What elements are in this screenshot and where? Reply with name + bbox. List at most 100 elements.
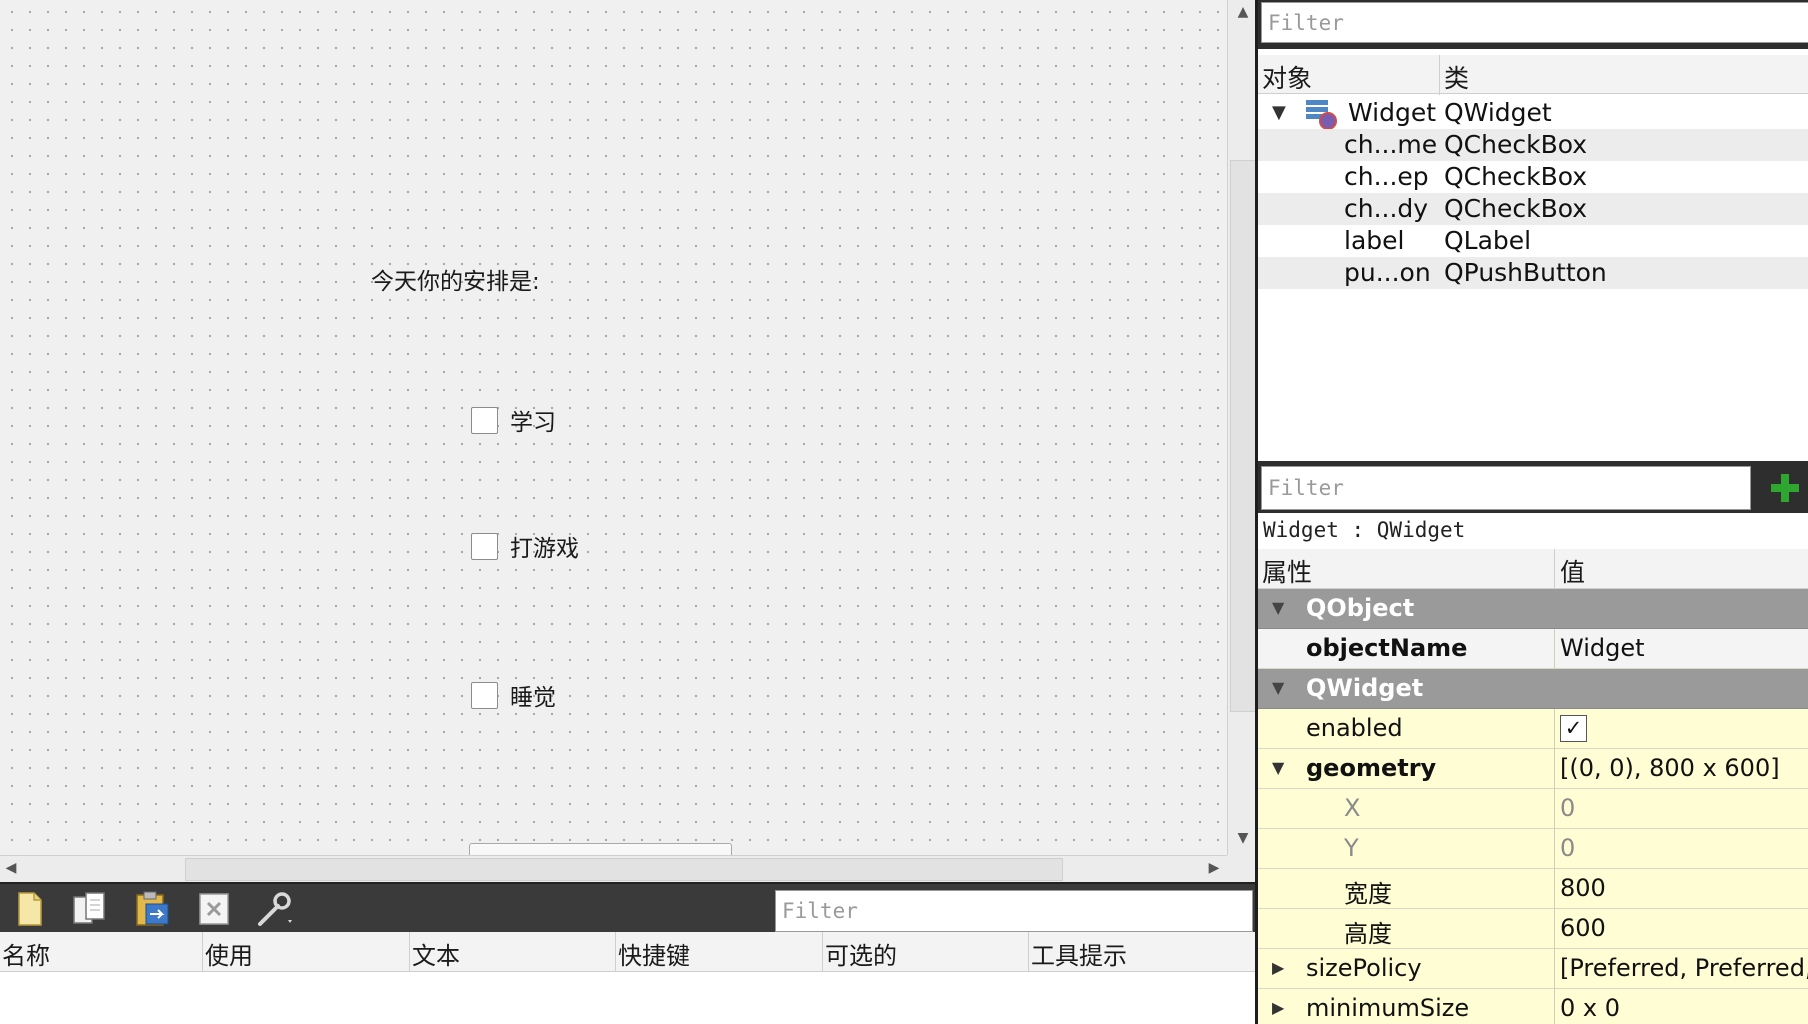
add-dynamic-property-button[interactable] (1762, 466, 1808, 510)
confirm-button[interactable]: 确认 (469, 843, 732, 855)
column-object[interactable]: 对象 (1258, 55, 1440, 95)
configure-button[interactable] (252, 889, 300, 929)
column-separator (1554, 829, 1555, 869)
property-minimum-size[interactable]: ▶ minimumSize 0 x 0 (1258, 989, 1808, 1024)
tree-row-root[interactable]: ▼ Widget QWidget (1258, 97, 1808, 130)
property-x[interactable]: X 0 (1258, 789, 1808, 829)
horizontal-scrollbar[interactable]: ◀ ▶ (0, 855, 1227, 882)
checkbox-label: 学习 (510, 410, 556, 436)
object-class: QLabel (1444, 226, 1532, 255)
property-filter-input[interactable] (1261, 466, 1751, 510)
property-value[interactable]: [Preferred, Preferred, (1560, 954, 1808, 982)
action-editor-panel: 名称 使用 文本 快捷键 可选的 工具提示 (0, 882, 1255, 1024)
column-separator (1554, 749, 1555, 789)
object-filter-input[interactable] (1261, 2, 1808, 43)
column-tooltip[interactable]: 工具提示 (1029, 932, 1255, 972)
tree-row[interactable]: label QLabel (1258, 225, 1808, 257)
property-width[interactable]: 宽度 800 (1258, 869, 1808, 909)
column-property[interactable]: 属性 (1258, 549, 1555, 589)
object-inspector: 对象 类 ▼ Widget QWidget ch...me QCheckBox … (1258, 49, 1808, 461)
column-separator (1554, 989, 1555, 1024)
tree-row[interactable]: ch...me QCheckBox (1258, 129, 1808, 161)
column-used[interactable]: 使用 (203, 932, 410, 972)
copy-action-button[interactable] (66, 889, 114, 929)
object-name: ch...ep (1344, 162, 1429, 191)
scroll-left-icon[interactable]: ◀ (0, 860, 22, 876)
column-class[interactable]: 类 (1440, 55, 1808, 95)
tree-row[interactable]: pu...on QPushButton (1258, 257, 1808, 289)
property-value[interactable]: 600 (1560, 914, 1606, 942)
collapse-arrow-icon[interactable]: ▼ (1272, 598, 1284, 617)
checkbox-label: 睡觉 (510, 685, 556, 711)
property-value[interactable]: Widget (1560, 634, 1645, 662)
tree-row[interactable]: ch...dy QCheckBox (1258, 193, 1808, 225)
plus-icon (1771, 474, 1799, 502)
column-name[interactable]: 名称 (0, 932, 203, 972)
vertical-scroll-thumb[interactable] (1230, 160, 1256, 712)
property-table-header: 属性 值 (1258, 549, 1808, 589)
checkbox-label: 打游戏 (510, 536, 579, 562)
checkbox-study[interactable]: 学习 (471, 403, 556, 437)
action-filter-input[interactable] (775, 890, 1253, 932)
property-name: 宽度 (1344, 880, 1392, 908)
configure-icon (258, 892, 292, 926)
form-editor-area: 今天你的安排是: 学习 打游戏 睡觉 确认 ▲ ▼ ◀ ▶ (0, 0, 1257, 882)
property-editor: Widget : QWidget 属性 值 ▼ QObject objectNa… (1258, 513, 1808, 1024)
enabled-checkbox[interactable]: ✓ (1560, 715, 1587, 742)
tree-row[interactable]: ch...ep QCheckBox (1258, 161, 1808, 193)
vertical-scrollbar[interactable]: ▲ ▼ (1227, 0, 1257, 855)
scroll-right-icon[interactable]: ▶ (1203, 860, 1225, 876)
property-name: geometry (1306, 754, 1437, 782)
qt-designer-window: 今天你的安排是: 学习 打游戏 睡觉 确认 ▲ ▼ ◀ ▶ (0, 0, 1808, 1024)
new-action-icon (18, 892, 42, 926)
property-value[interactable]: [(0, 0), 800 x 600] (1560, 754, 1780, 782)
property-enabled[interactable]: enabled ✓ (1258, 709, 1808, 749)
new-action-button[interactable] (6, 889, 54, 929)
paste-action-icon (136, 891, 169, 926)
column-checkable[interactable]: 可选的 (823, 932, 1029, 972)
property-object-name[interactable]: objectName Widget (1258, 629, 1808, 669)
scroll-up-icon[interactable]: ▲ (1228, 4, 1258, 20)
expand-arrow-icon[interactable]: ▶ (1272, 958, 1284, 977)
collapse-arrow-icon[interactable]: ▼ (1272, 102, 1286, 123)
scroll-down-icon[interactable]: ▼ (1228, 830, 1258, 846)
form-surface[interactable]: 今天你的安排是: 学习 打游戏 睡觉 确认 (0, 0, 1227, 855)
property-name: objectName (1306, 634, 1468, 662)
section-title: QObject (1306, 594, 1415, 622)
action-table-header: 名称 使用 文本 快捷键 可选的 工具提示 (0, 932, 1255, 972)
property-value[interactable]: 0 (1560, 794, 1575, 822)
horizontal-scroll-thumb[interactable] (185, 858, 1063, 881)
property-name: 高度 (1344, 920, 1392, 948)
checkbox-indicator[interactable] (471, 681, 498, 709)
property-value[interactable]: 800 (1560, 874, 1606, 902)
column-text[interactable]: 文本 (410, 932, 616, 972)
copy-action-icon (73, 892, 105, 924)
property-y[interactable]: Y 0 (1258, 829, 1808, 869)
column-separator (1554, 709, 1555, 749)
expand-arrow-icon[interactable]: ▶ (1272, 998, 1284, 1017)
collapse-arrow-icon[interactable]: ▼ (1272, 758, 1284, 777)
delete-action-button[interactable] (190, 889, 238, 929)
object-inspector-header: 对象 类 (1258, 55, 1808, 95)
property-size-policy[interactable]: ▶ sizePolicy [Preferred, Preferred, (1258, 949, 1808, 989)
column-value[interactable]: 值 (1555, 549, 1808, 589)
property-height[interactable]: 高度 600 (1258, 909, 1808, 949)
property-value[interactable]: 0 x 0 (1560, 994, 1620, 1022)
action-toolbar (0, 882, 1255, 932)
property-value[interactable]: 0 (1560, 834, 1575, 862)
schedule-label[interactable]: 今天你的安排是: (371, 262, 540, 296)
column-shortcut[interactable]: 快捷键 (616, 932, 823, 972)
collapse-arrow-icon[interactable]: ▼ (1272, 678, 1284, 697)
checkbox-sleep[interactable]: 睡觉 (471, 678, 556, 712)
property-class-line: Widget : QWidget (1258, 513, 1808, 549)
column-separator (1554, 789, 1555, 829)
section-qobject[interactable]: ▼ QObject (1258, 589, 1808, 629)
property-geometry[interactable]: ▼ geometry [(0, 0), 800 x 600] (1258, 749, 1808, 789)
column-separator (1554, 869, 1555, 909)
checkbox-game[interactable]: 打游戏 (471, 529, 579, 563)
checkbox-indicator[interactable] (471, 532, 498, 560)
paste-action-button[interactable] (128, 889, 176, 929)
section-qwidget[interactable]: ▼ QWidget (1258, 669, 1808, 709)
property-name: sizePolicy (1306, 954, 1422, 982)
checkbox-indicator[interactable] (471, 406, 498, 434)
